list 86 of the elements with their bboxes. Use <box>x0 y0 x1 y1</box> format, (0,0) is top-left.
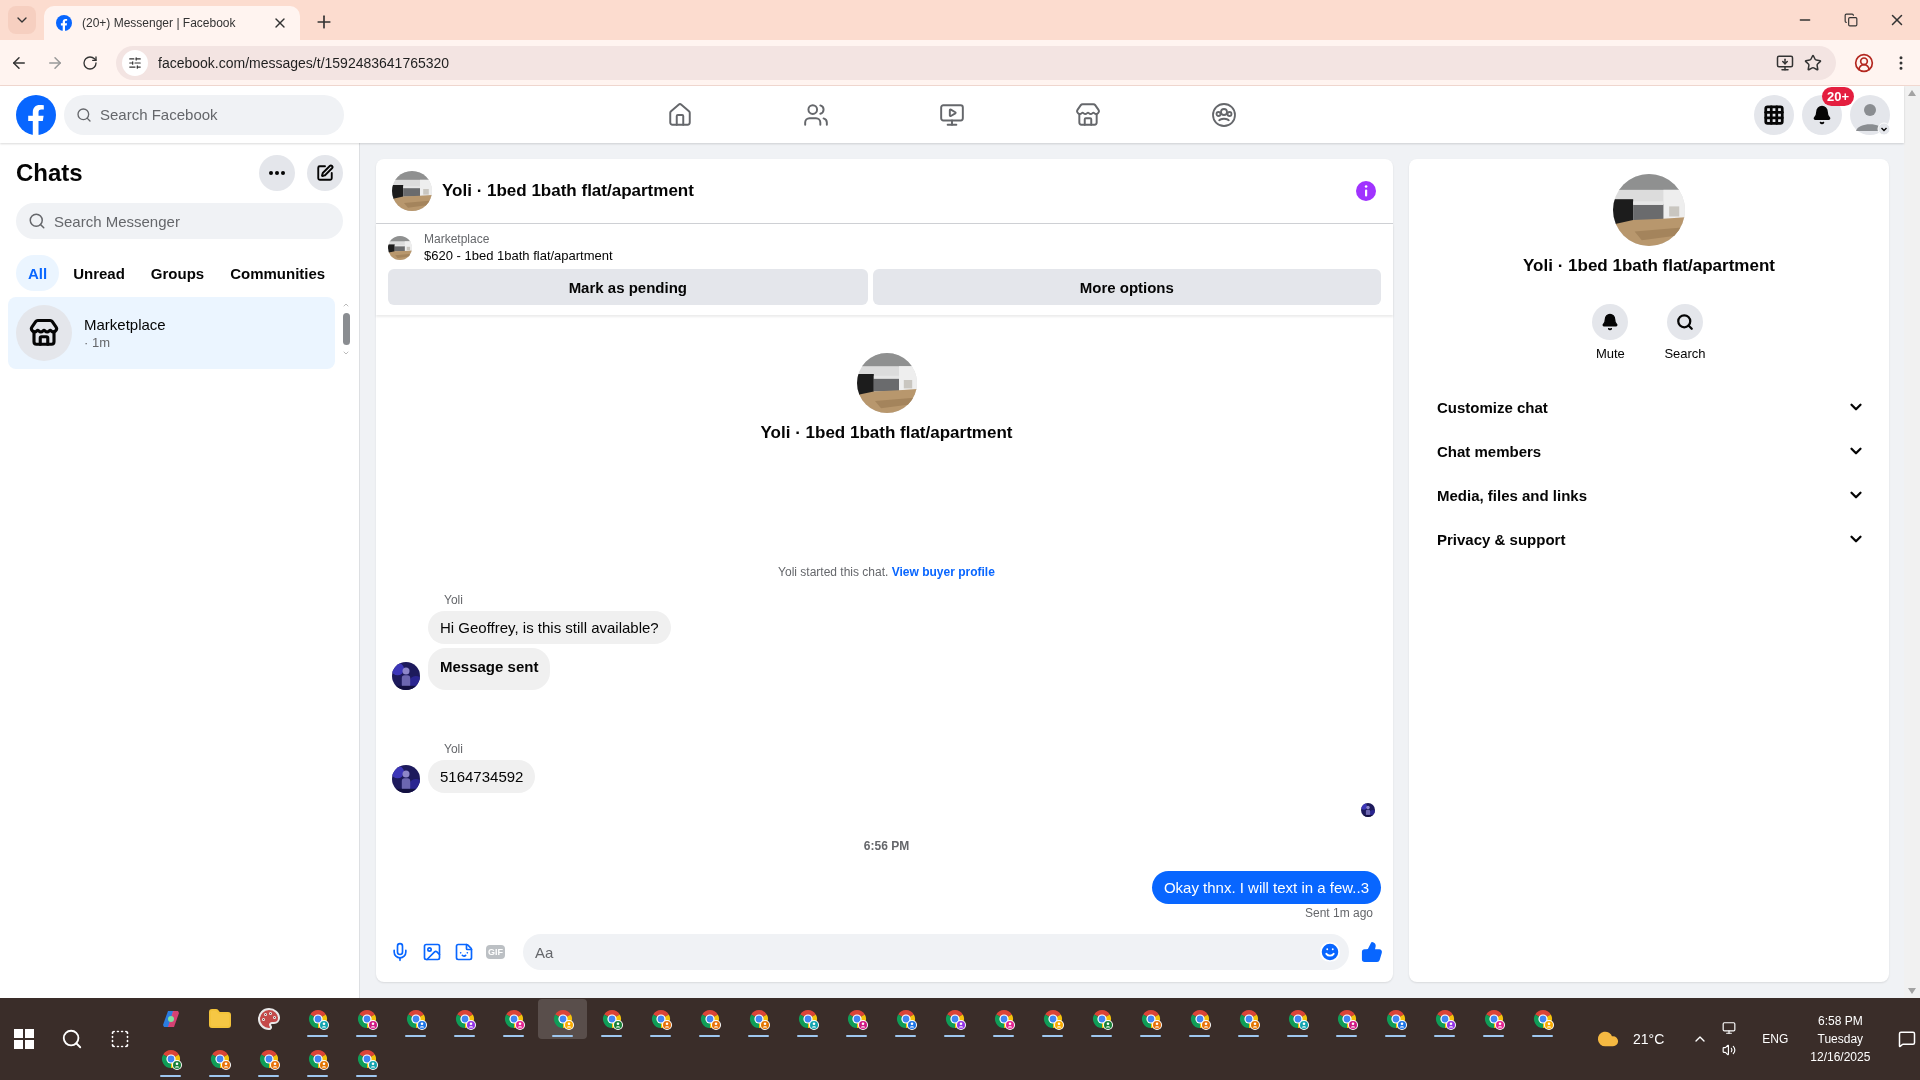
display-icon[interactable] <box>1722 1021 1737 1035</box>
chat-notice: Yoli started this chat. View buyer profile <box>777 565 996 579</box>
new-message-button[interactable] <box>307 155 343 191</box>
message-field[interactable]: Aa <box>523 934 1349 970</box>
conversation-time: · 1m <box>84 335 111 350</box>
reload-icon[interactable] <box>82 54 98 71</box>
folder-icon <box>207 1007 232 1031</box>
facebook-logo <box>56 15 72 31</box>
photo-icon[interactable] <box>422 942 442 962</box>
action-label: Search <box>1664 346 1706 361</box>
language-indicator: ENG <box>1762 1032 1789 1046</box>
emoji-icon[interactable] <box>1319 941 1341 963</box>
taskbar-app-button[interactable] <box>538 999 587 1039</box>
address-bar[interactable]: facebook.com/messages/t/1592483641765320 <box>116 45 1836 80</box>
microphone-icon[interactable] <box>390 942 410 962</box>
like-icon[interactable] <box>1361 941 1383 963</box>
more-icon <box>269 171 285 175</box>
friends-icon[interactable] <box>803 101 829 128</box>
groups-icon[interactable] <box>1211 101 1237 128</box>
options-button[interactable] <box>259 155 295 191</box>
notification-center-icon[interactable] <box>1898 1030 1917 1048</box>
listing-label: Marketplace <box>424 232 491 246</box>
filter-tab[interactable]: Communities <box>218 255 338 291</box>
contact-name: Yoli · 1bed 1bath flat/apartment <box>1523 256 1775 276</box>
clock-date: 12/16/2025 <box>1810 1050 1871 1064</box>
message-bubble: 5164734592 <box>428 760 536 793</box>
apps-grid-icon <box>1763 103 1785 126</box>
mute-button[interactable] <box>1592 304 1629 340</box>
sender-name: Yoli <box>444 742 464 756</box>
search-field[interactable]: Search Messenger <box>16 203 343 239</box>
action-button[interactable]: More options <box>872 269 1381 305</box>
search-field[interactable]: Search Facebook <box>64 94 344 135</box>
filter-tab[interactable]: Unread <box>61 255 137 291</box>
info-icon[interactable] <box>1355 180 1377 202</box>
notification-badge: 20+ <box>1821 86 1854 106</box>
bell-icon <box>1812 104 1832 125</box>
video-icon[interactable] <box>939 101 965 128</box>
store-icon[interactable] <box>1075 101 1101 128</box>
filter-tab[interactable]: Groups <box>138 255 217 291</box>
message-status: Sent 1m ago <box>1304 906 1374 920</box>
section-toggle[interactable]: Customize chat <box>1421 385 1877 429</box>
bookmark-icon[interactable] <box>1804 53 1822 72</box>
bell-icon <box>1601 313 1620 331</box>
intro-title: Yoli · 1bed 1bath flat/apartment <box>760 423 1013 443</box>
message-bubble: Okay thnx. I will text in a few..3 <box>1151 871 1381 904</box>
search-icon <box>1676 313 1694 331</box>
chat-title: Yoli · 1bed 1bath flat/apartment <box>442 181 695 201</box>
message-timestamp: 6:56 PM <box>862 839 911 853</box>
message-bubble: Hi Geoffrey, is this still available? <box>428 611 671 644</box>
palette-icon <box>256 1007 281 1031</box>
sidebar-title: Chats <box>16 159 84 187</box>
store-icon <box>29 318 59 348</box>
listing-detail: $620 - 1bed 1bath flat/apartment <box>424 248 613 263</box>
conversation-item[interactable]: Marketplace · 1m <box>8 297 335 369</box>
volume-icon[interactable] <box>1722 1043 1737 1057</box>
section-toggle[interactable]: Chat members <box>1421 429 1877 473</box>
compose-icon <box>316 164 334 182</box>
tab-list-button[interactable] <box>8 6 36 34</box>
search-icon <box>76 106 92 123</box>
conversation-name: Marketplace <box>84 316 166 333</box>
section-toggle[interactable]: Privacy & support <box>1421 517 1877 561</box>
buyer-profile-link[interactable]: View buyer profile <box>891 565 995 579</box>
filter-tab[interactable]: All <box>16 255 60 291</box>
sticker-icon[interactable] <box>454 942 474 962</box>
profile-icon[interactable] <box>1854 52 1874 73</box>
clock-day: Tuesday <box>1817 1032 1864 1046</box>
facebook-logo[interactable] <box>16 94 56 135</box>
task-view-icon[interactable] <box>110 1029 130 1049</box>
sender-name: Yoli <box>444 593 464 607</box>
section-toggle[interactable]: Media, files and links <box>1421 473 1877 517</box>
install-icon[interactable] <box>1776 53 1794 72</box>
clock-time: 6:58 PM <box>1817 1014 1863 1028</box>
home-icon[interactable] <box>667 101 693 128</box>
site-settings-icon[interactable] <box>128 55 142 70</box>
message-bubble: Message sent <box>428 648 551 690</box>
browser-tab[interactable]: (20+) Messenger | Facebook <box>44 6 300 40</box>
menu-button[interactable] <box>1754 94 1794 135</box>
windows-start-icon[interactable] <box>14 1029 34 1049</box>
account-button[interactable] <box>1850 94 1890 135</box>
search-icon <box>28 212 46 230</box>
search-icon[interactable] <box>61 1028 83 1050</box>
temperature: 21°C <box>1633 1031 1665 1047</box>
action-button[interactable]: Mark as pending <box>388 269 868 305</box>
search-button[interactable] <box>1667 304 1703 340</box>
restore-icon[interactable] <box>1844 13 1858 27</box>
action-label: Mute <box>1595 346 1625 361</box>
